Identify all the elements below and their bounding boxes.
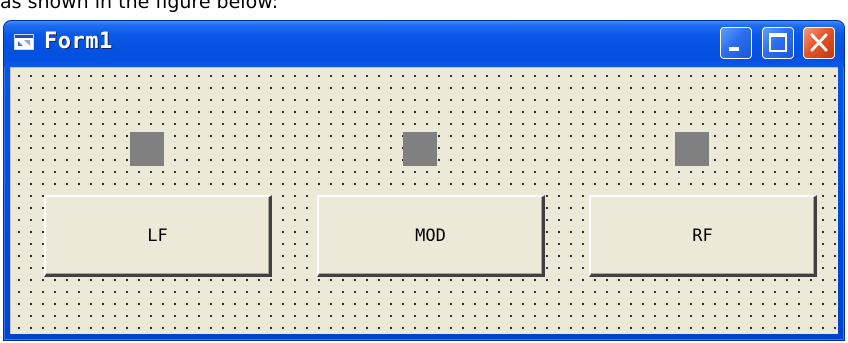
maximize-icon (769, 33, 787, 52)
window-title: Form1 (44, 29, 113, 54)
maximize-button[interactable] (762, 27, 794, 59)
form-icon (14, 34, 34, 50)
page-caption: as shown in the figure below: (0, 0, 279, 13)
mod-button[interactable]: MOD (317, 195, 545, 277)
minimize-icon (729, 47, 739, 51)
minimize-button[interactable] (720, 27, 752, 59)
rf-button[interactable]: RF (589, 195, 817, 277)
lf-indicator (130, 132, 164, 166)
lf-button[interactable]: LF (44, 195, 272, 277)
close-button[interactable] (803, 27, 835, 59)
mod-indicator (403, 132, 437, 166)
form-window: Form1 LF MOD RF (3, 20, 845, 341)
rf-indicator (675, 132, 709, 166)
close-icon (810, 33, 828, 52)
form-client-area: LF MOD RF (10, 67, 838, 334)
title-bar[interactable]: Form1 (4, 21, 844, 67)
